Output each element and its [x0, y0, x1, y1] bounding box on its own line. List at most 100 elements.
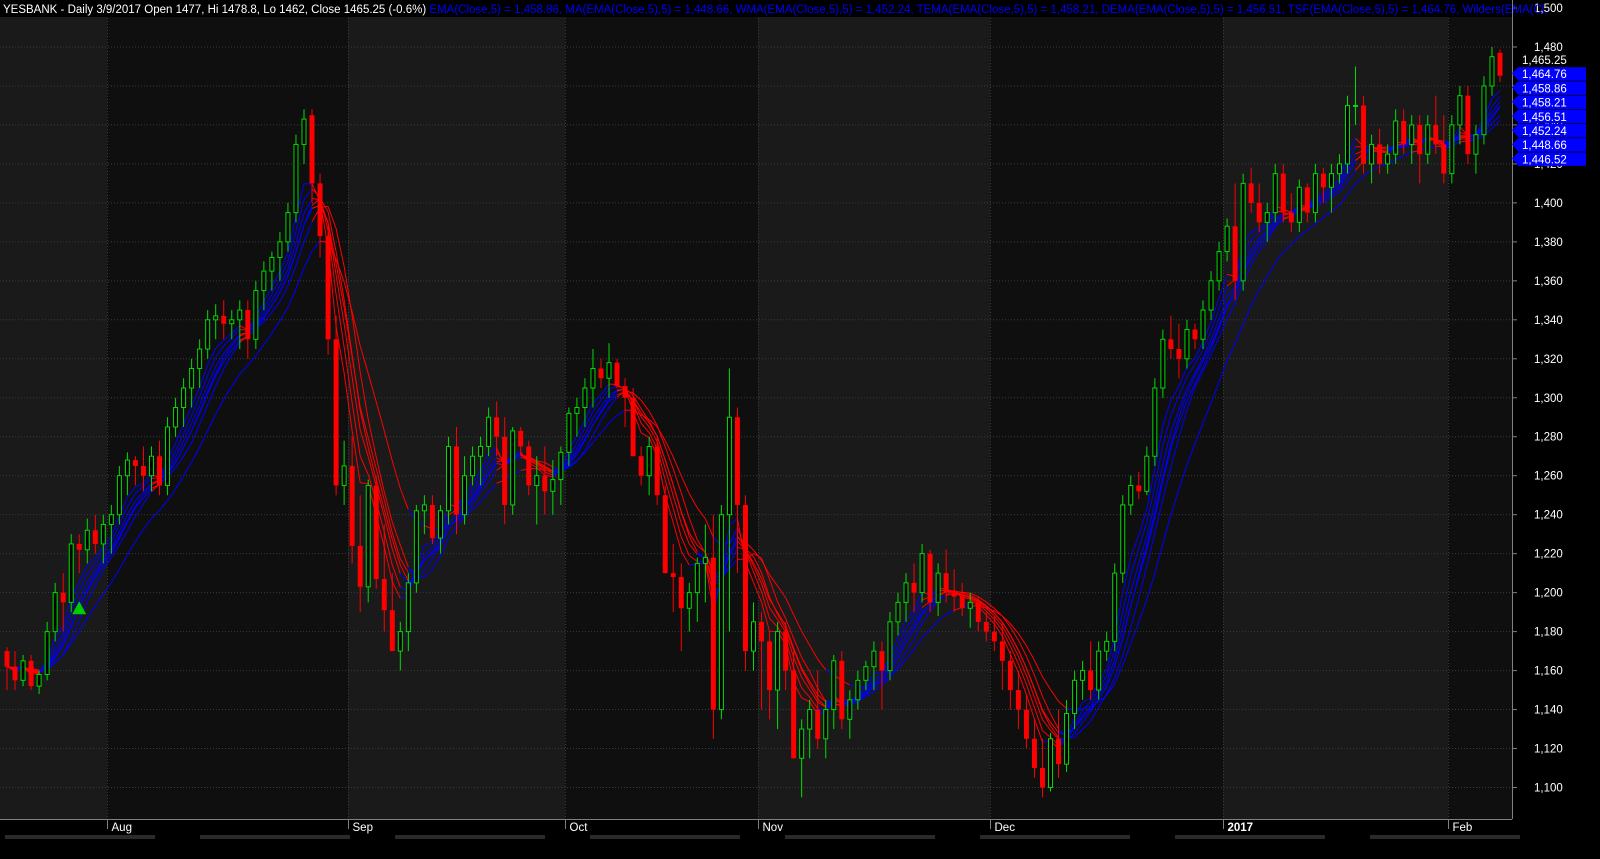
candle-body	[655, 446, 660, 495]
month-band	[348, 0, 565, 819]
candlestick	[374, 476, 379, 589]
candle-body	[13, 667, 18, 681]
candle-body	[791, 671, 796, 759]
scrollbar-segment	[785, 835, 935, 839]
candlestick	[294, 135, 298, 223]
header-indicator: EMA(Close,5) = 1,458.86,	[429, 4, 565, 16]
x-tick-label: Aug	[112, 822, 132, 834]
candle-body	[1465, 96, 1470, 154]
candle-body	[463, 476, 467, 515]
candle-body	[101, 524, 105, 543]
candlestick	[631, 388, 636, 456]
candle-body	[1450, 125, 1454, 174]
candle-body	[1000, 641, 1005, 660]
chart-canvas[interactable]: 1,1001,1201,1401,1601,1801,2001,2201,240…	[0, 0, 1600, 854]
candle-body	[1490, 57, 1494, 86]
candle-body	[358, 546, 363, 587]
candlestick	[1450, 115, 1454, 183]
candle-body	[1281, 174, 1286, 213]
candle-body	[286, 213, 290, 242]
candlestick	[743, 495, 748, 670]
candle-body	[1329, 174, 1333, 188]
candlestick	[1049, 733, 1053, 791]
chart-header: YESBANK - Daily 3/9/2017 Open 1477, Hi 1…	[0, 0, 1548, 17]
candle-body	[607, 363, 611, 379]
candlestick	[1241, 174, 1245, 291]
candle-body	[21, 661, 25, 680]
price-label: 1,465.25	[1522, 55, 1567, 67]
candle-body	[310, 115, 315, 183]
candle-body	[679, 577, 684, 608]
y-tick-label: 1,200	[1534, 588, 1563, 600]
candle-body	[214, 316, 218, 320]
candle-body	[1410, 125, 1414, 144]
candle-body	[446, 446, 450, 510]
candle-body	[238, 310, 242, 320]
month-band	[990, 0, 1223, 819]
candle-body	[1065, 713, 1069, 764]
candle-body	[671, 573, 676, 577]
candle-body	[479, 446, 483, 456]
price-label: 1,452.24	[1522, 126, 1567, 138]
candle-body	[85, 530, 89, 549]
candle-body	[182, 388, 186, 407]
price-label: 1,448.66	[1522, 140, 1567, 152]
candle-body	[815, 710, 820, 739]
candle-body	[1249, 183, 1254, 202]
month-band	[0, 0, 107, 819]
candle-body	[1233, 226, 1238, 281]
month-band	[1223, 0, 1448, 819]
candle-body	[896, 602, 900, 621]
candle-body	[1161, 339, 1165, 388]
candle-body	[1417, 125, 1422, 154]
y-tick-label: 1,360	[1534, 276, 1563, 288]
candle-body	[117, 476, 121, 515]
candle-body	[230, 320, 234, 324]
candlestick	[166, 417, 170, 495]
candle-body	[1441, 144, 1446, 173]
candlestick	[334, 316, 339, 495]
candle-body	[414, 511, 418, 583]
candlestick	[326, 226, 331, 355]
candle-body	[992, 632, 997, 642]
candle-body	[350, 466, 355, 546]
candle-body	[735, 417, 740, 505]
candle-body	[1097, 651, 1101, 690]
price-labels: 1,465.251,464.761,458.861,458.211,456.51…	[1512, 55, 1586, 166]
candle-body	[454, 446, 459, 514]
header-indicator: TEMA(EMA(Close,5),5) = 1,458.21,	[917, 4, 1102, 16]
candle-body	[920, 554, 924, 593]
candle-body	[1105, 641, 1109, 651]
candle-body	[278, 242, 282, 258]
price-label: 1,458.86	[1522, 83, 1567, 95]
y-tick-label: 1,260	[1534, 471, 1563, 483]
candle-body	[647, 446, 651, 475]
candle-body	[198, 349, 202, 368]
candle-body	[864, 667, 868, 681]
candle-body	[109, 515, 113, 525]
y-tick-label: 1,180	[1534, 627, 1563, 639]
y-tick-label: 1,400	[1534, 198, 1563, 210]
candle-body	[1168, 339, 1173, 349]
candle-body	[422, 505, 426, 511]
candle-body	[1073, 680, 1077, 713]
candle-body	[342, 466, 346, 485]
price-chart[interactable]: 1,1001,1201,1401,1601,1801,2001,2201,240…	[0, 0, 1600, 854]
candlestick	[1346, 96, 1350, 174]
candle-body	[1377, 144, 1382, 163]
candle-body	[157, 456, 162, 485]
candle-body	[1401, 121, 1406, 144]
candle-body	[824, 710, 828, 739]
candle-body	[37, 674, 41, 686]
candle-body	[1217, 252, 1221, 281]
x-tick-label: Nov	[763, 822, 784, 834]
candle-body	[1433, 125, 1438, 144]
candlestick	[663, 485, 668, 573]
candle-body	[502, 437, 507, 505]
candle-body	[952, 593, 957, 597]
candlestick	[366, 480, 370, 603]
candle-body	[695, 563, 699, 592]
candle-body	[45, 632, 49, 675]
candle-body	[471, 456, 475, 475]
candle-body	[984, 622, 989, 632]
